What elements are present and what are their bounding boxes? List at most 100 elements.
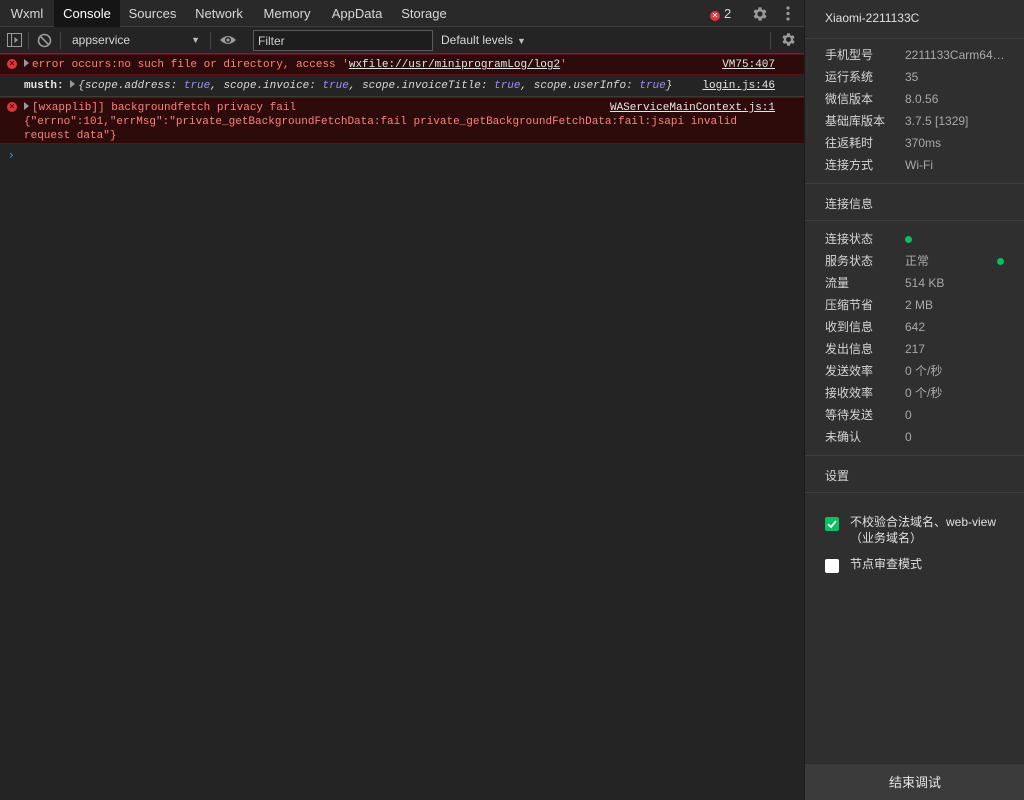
- connection-row: 流量 514 KB: [805, 272, 1024, 294]
- tab-network[interactable]: Network: [185, 0, 253, 27]
- tab-storage[interactable]: Storage: [393, 0, 455, 27]
- context-select-value: appservice: [72, 33, 131, 47]
- info-key: 运行系统: [825, 70, 874, 84]
- message-text: [wxapplib]] backgroundfetch privacy fail: [24, 101, 296, 115]
- tab-sources[interactable]: Sources: [120, 0, 185, 27]
- service-status-dot: [997, 258, 1004, 265]
- console-prompt[interactable]: ›: [9, 148, 14, 162]
- info-value: 514 KB: [905, 276, 945, 290]
- error-count-badge[interactable]: ✕ 2: [710, 0, 731, 27]
- tab-memory[interactable]: Memory: [253, 0, 321, 27]
- error-icon: ✕: [7, 59, 17, 69]
- info-key: 连接状态: [825, 232, 874, 246]
- error-icon: ✕: [7, 102, 17, 112]
- filter-input[interactable]: [253, 30, 433, 51]
- info-key: 流量: [825, 276, 850, 290]
- message-text: musth: {scope.address: true, scope.invoi…: [24, 79, 672, 93]
- info-key: 接收效率: [825, 386, 874, 400]
- info-value: Wi-Fi: [905, 158, 933, 172]
- connection-row: 等待发送 0: [805, 404, 1024, 426]
- info-value: [905, 228, 912, 250]
- connection-row: 未确认 0: [805, 426, 1024, 448]
- message-suffix: ': [560, 59, 567, 71]
- info-value: 2 MB: [905, 298, 934, 312]
- divider: [805, 220, 1024, 221]
- connection-row: 压缩节省 2 MB: [805, 294, 1024, 316]
- connection-row: 收到信息 642: [805, 316, 1024, 338]
- tab-wxml[interactable]: Wxml: [0, 0, 54, 27]
- settings-section-title: 设置: [825, 469, 850, 483]
- info-value: 3.7.5 [1329]: [905, 114, 969, 128]
- info-value: 0 个/秒: [905, 364, 943, 378]
- info-row: 运行系统 35: [805, 66, 1024, 88]
- info-value: 0 个/秒: [905, 386, 943, 400]
- info-value: 正常: [905, 254, 930, 268]
- console-message-log[interactable]: musth: {scope.address: true, scope.invoi…: [0, 75, 804, 97]
- divider: [805, 455, 1024, 456]
- expand-triangle-icon[interactable]: [24, 102, 29, 110]
- info-value: 0: [905, 408, 912, 422]
- log-object: {scope.address: true, scope.invoice: tru…: [78, 80, 673, 92]
- info-key: 基础库版本: [825, 114, 886, 128]
- error-icon: ✕: [710, 11, 720, 21]
- message-source-link[interactable]: login.js:46: [702, 79, 775, 93]
- info-key: 发出信息: [825, 342, 874, 356]
- clear-console-icon[interactable]: [37, 33, 52, 48]
- info-value: 2211133Carm64…: [905, 48, 1005, 62]
- expand-triangle-icon[interactable]: [70, 80, 76, 88]
- info-key: 连接方式: [825, 158, 874, 172]
- checkbox-unchecked-icon[interactable]: [825, 559, 839, 573]
- connection-row: 发出信息 217: [805, 338, 1024, 360]
- node-inspect-mode-label[interactable]: 节点审查模式: [850, 556, 1000, 572]
- device-name: Xiaomi-2211133C: [825, 11, 920, 25]
- more-menu-icon[interactable]: [780, 4, 796, 23]
- info-row: 往返耗时 370ms: [805, 132, 1024, 154]
- expand-triangle-icon[interactable]: [24, 59, 29, 67]
- eye-icon[interactable]: [219, 33, 237, 47]
- devtools-pane: Wxml Console Sources Network Memory AppD…: [0, 0, 804, 800]
- info-value: 217: [905, 342, 926, 356]
- divider: [805, 38, 1024, 39]
- info-row: 微信版本 8.0.56: [805, 88, 1024, 110]
- info-row: 连接方式 Wi-Fi: [805, 154, 1024, 176]
- console-output: ✕ error occurs:no such file or directory…: [0, 54, 804, 800]
- error-count: 2: [724, 6, 732, 21]
- message-source-link[interactable]: VM75:407: [722, 58, 775, 72]
- connected-status-dot: [905, 236, 912, 243]
- message-source-link[interactable]: WAServiceMainContext.js:1: [610, 101, 775, 115]
- message-line-2: {"errno":101,"errMsg":"private_getBackgr…: [24, 116, 737, 128]
- tab-appdata[interactable]: AppData: [321, 0, 393, 27]
- console-message-error[interactable]: ✕ [wxapplib]] backgroundfetch privacy fa…: [0, 97, 804, 144]
- connection-row: 连接状态: [805, 228, 1024, 250]
- tab-console[interactable]: Console: [54, 0, 120, 27]
- settings-gear-icon[interactable]: [751, 5, 769, 23]
- connection-row: 发送效率 0 个/秒: [805, 360, 1024, 382]
- chevron-down-icon: ▼: [191, 35, 200, 45]
- info-key: 微信版本: [825, 92, 874, 106]
- info-value: 35: [905, 70, 919, 84]
- sidebar-toggle-icon[interactable]: [7, 33, 22, 47]
- console-toolbar: appservice ▼ Default levels▼: [0, 27, 804, 54]
- info-key: 服务状态: [825, 254, 874, 268]
- info-value: 0: [905, 430, 912, 444]
- console-settings-gear-icon[interactable]: [780, 31, 797, 48]
- toolbar-divider: [28, 32, 29, 49]
- console-message-error[interactable]: ✕ error occurs:no such file or directory…: [0, 54, 804, 75]
- context-select[interactable]: appservice ▼: [66, 30, 204, 51]
- info-key: 手机型号: [825, 48, 874, 62]
- info-key: 发送效率: [825, 364, 874, 378]
- message-line-1: [wxapplib]] backgroundfetch privacy fail: [32, 102, 297, 114]
- skip-domain-check-label[interactable]: 不校验合法域名、web-view（业务域名）: [850, 514, 1000, 546]
- message-file-link[interactable]: wxfile://usr/miniprogramLog/log2: [349, 59, 560, 71]
- connection-row: 服务状态 正常: [805, 250, 1024, 272]
- connection-section-title: 连接信息: [825, 197, 874, 211]
- connection-row: 接收效率 0 个/秒: [805, 382, 1024, 404]
- checkbox-checked-icon[interactable]: [825, 517, 839, 531]
- log-levels-select[interactable]: Default levels ▼: [441, 30, 526, 51]
- info-key: 未确认: [825, 430, 862, 444]
- info-value: 8.0.56: [905, 92, 939, 106]
- devtools-tab-bar: Wxml Console Sources Network Memory AppD…: [0, 0, 804, 27]
- message-line-3: request data"}: [24, 130, 117, 142]
- chevron-down-icon: ▼: [517, 36, 526, 46]
- end-debug-button[interactable]: 结束调试: [805, 763, 1024, 800]
